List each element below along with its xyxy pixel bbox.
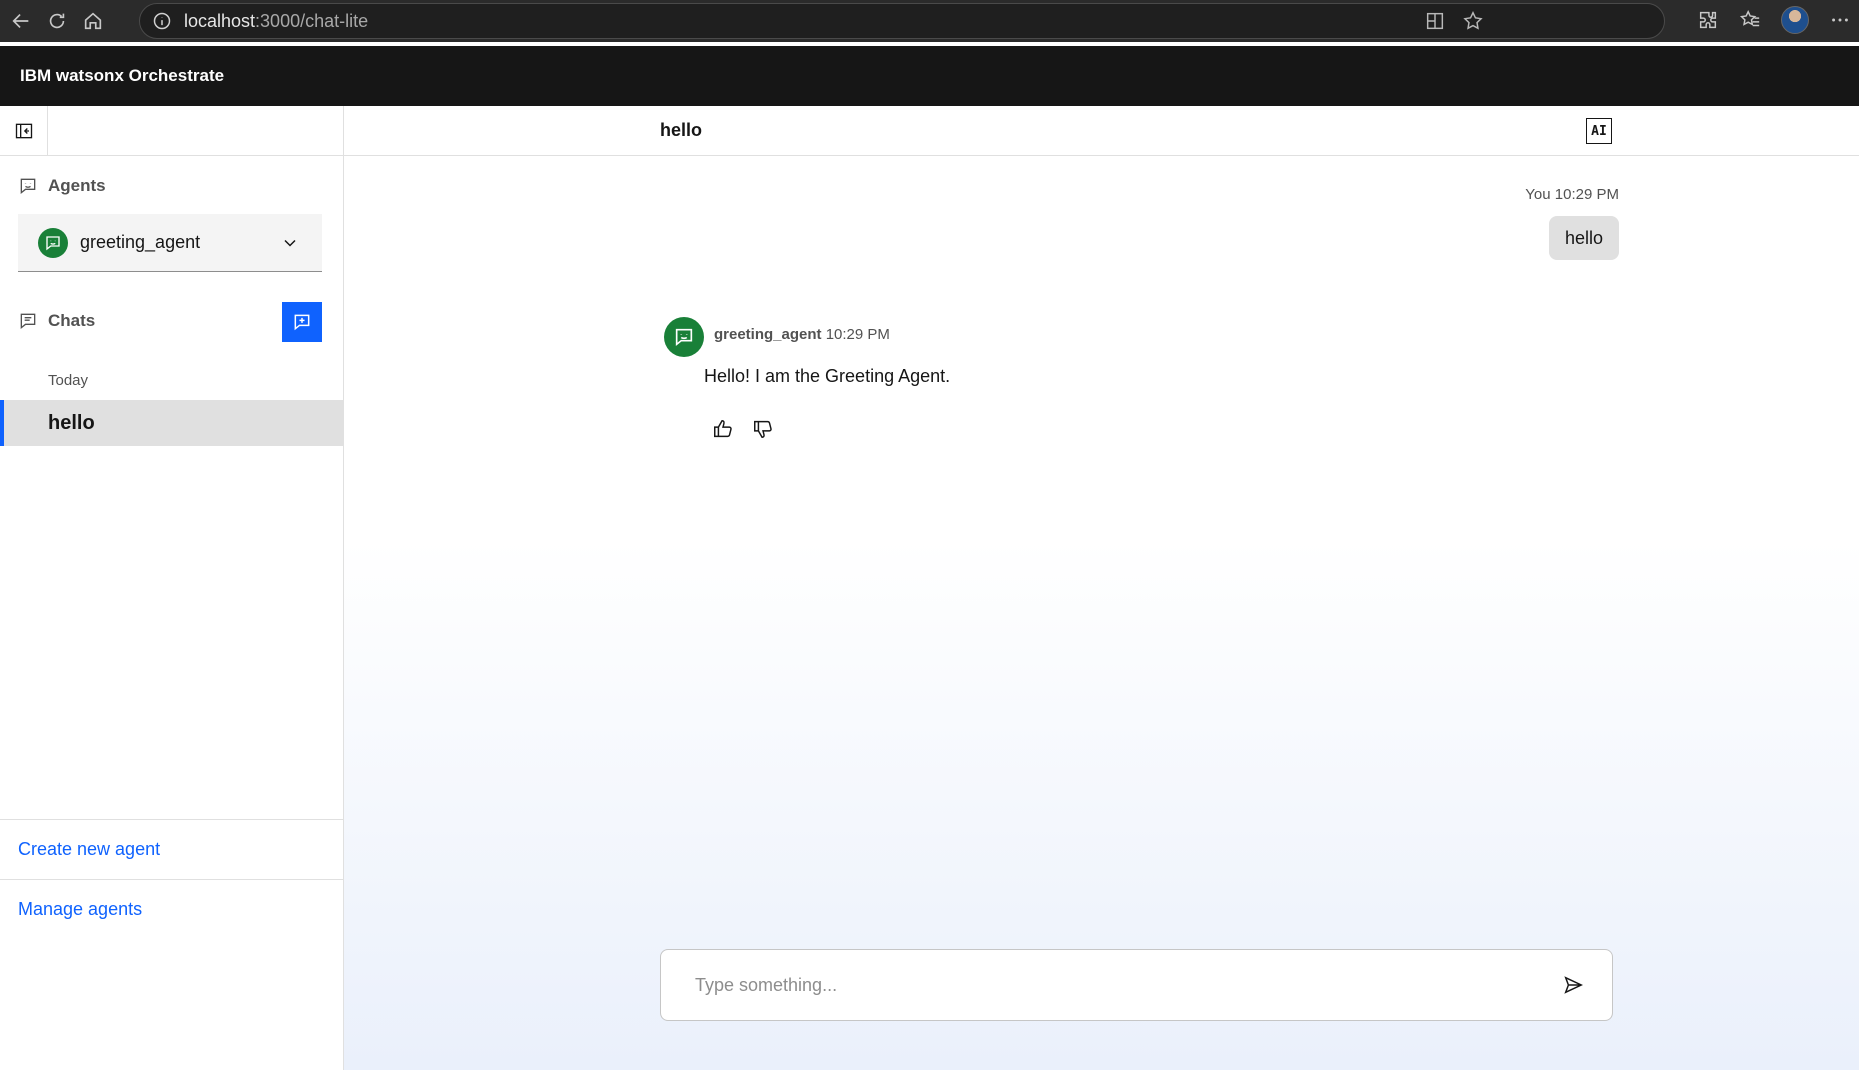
favorite-star-icon[interactable] — [1462, 10, 1484, 32]
create-new-agent-link[interactable]: Create new agent — [18, 839, 160, 860]
agent-sender-name: greeting_agent — [714, 326, 822, 343]
conversation-header: hello AI — [344, 106, 1859, 156]
chat-list-item[interactable]: hello — [0, 400, 343, 446]
send-icon — [1564, 976, 1583, 994]
chats-label: Chats — [48, 311, 96, 330]
agent-message-text: Hello! I am the Greeting Agent. — [704, 366, 951, 386]
chat-icon — [20, 313, 36, 330]
send-button[interactable] — [1562, 974, 1584, 996]
agent-avatar — [38, 227, 68, 258]
back-button[interactable] — [6, 6, 36, 36]
new-chat-icon — [294, 314, 310, 331]
chevron-down-icon — [284, 239, 296, 247]
url-path: :3000/chat-lite — [255, 10, 369, 31]
collapse-sidebar-button[interactable] — [0, 106, 48, 156]
message-composer — [660, 949, 1613, 1021]
url-text: localhost:3000/chat-lite — [184, 11, 368, 32]
user-message-meta: You 10:29 PM — [1525, 186, 1619, 203]
reload-icon — [49, 13, 65, 29]
agent-chat-icon — [675, 328, 693, 347]
selected-agent-label: greeting_agent — [80, 232, 201, 252]
agent-icon — [20, 178, 36, 195]
browser-toolbar: localhost:3000/chat-lite — [0, 0, 1859, 42]
sidebar-toolbar — [0, 106, 343, 156]
more-options-icon[interactable] — [1829, 9, 1851, 31]
address-bar[interactable]: localhost:3000/chat-lite — [139, 3, 1665, 39]
split-screen-icon[interactable] — [1424, 10, 1446, 32]
agent-message-avatar — [664, 317, 704, 357]
chat-group-label: Today — [48, 372, 89, 389]
app-header: IBM watsonx Orchestrate — [0, 46, 1859, 106]
arrow-left-icon — [12, 13, 29, 29]
thumbs-up-icon — [714, 420, 732, 438]
chats-section-header: Chats — [0, 311, 95, 331]
user-sender-name: You — [1525, 186, 1551, 203]
agent-dropdown[interactable]: greeting_agent — [18, 214, 322, 272]
agent-message-meta: greeting_agent 10:29 PM — [714, 326, 890, 343]
agents-label: Agents — [48, 176, 106, 195]
manage-agents-section: Manage agents — [0, 879, 343, 939]
extensions-icon[interactable] — [1697, 9, 1719, 31]
thumbs-down-button[interactable] — [752, 418, 774, 440]
new-chat-button[interactable] — [282, 302, 322, 342]
profile-avatar[interactable] — [1781, 6, 1809, 34]
home-icon — [84, 12, 102, 30]
favorites-icon[interactable] — [1739, 9, 1761, 31]
agents-section-header: Agents — [0, 176, 106, 196]
create-agent-section: Create new agent — [0, 819, 343, 879]
conversation-panel: hello AI You 10:29 PM hello greeting_age… — [344, 106, 1859, 1070]
conversation-title: hello — [660, 120, 703, 140]
home-button[interactable] — [78, 6, 108, 36]
feedback-actions — [712, 418, 774, 440]
ai-label-badge[interactable]: AI — [1586, 118, 1612, 144]
user-message-bubble: hello — [1548, 216, 1619, 260]
thumbs-down-icon — [754, 420, 772, 438]
user-message-time: 10:29 PM — [1554, 186, 1619, 203]
info-icon — [153, 12, 171, 30]
agent-message-time: 10:29 PM — [825, 326, 890, 343]
thumbs-up-button[interactable] — [712, 418, 734, 440]
url-host: localhost — [184, 10, 256, 31]
manage-agents-link[interactable]: Manage agents — [18, 899, 142, 920]
message-input[interactable] — [695, 974, 1515, 996]
reload-button[interactable] — [42, 6, 72, 36]
app-title: IBM watsonx Orchestrate — [20, 66, 225, 85]
sidebar: Agents greeting_agent Chats Today hello … — [0, 106, 344, 1070]
agent-chat-icon — [46, 235, 60, 250]
collapse-panel-icon — [15, 123, 32, 139]
